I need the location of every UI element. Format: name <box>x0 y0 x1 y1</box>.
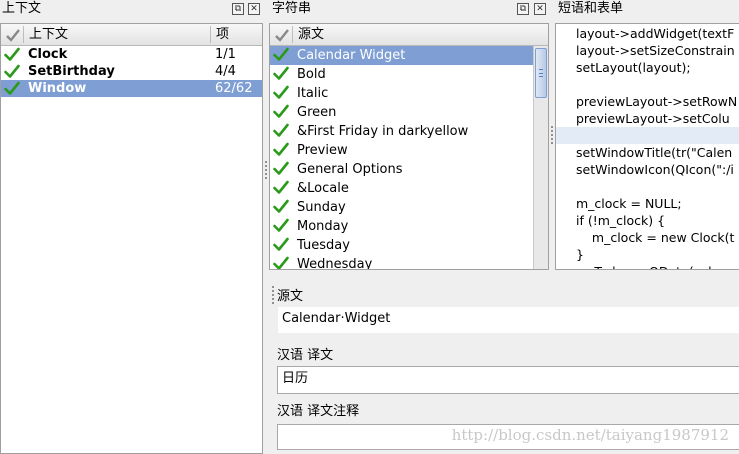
string-source: Tuesday <box>297 238 350 253</box>
code-line: layout->setSizeConstrain <box>576 43 735 58</box>
translation-input[interactable]: 日历 <box>277 366 739 394</box>
string-row[interactable]: Bold <box>270 65 533 84</box>
string-row[interactable]: Italic <box>270 84 533 103</box>
source-code-view[interactable]: layout->addWidget(textF layout->setSizeCo… <box>555 23 739 270</box>
finished-check-icon <box>4 81 20 95</box>
string-source: Green <box>297 105 337 120</box>
context-float-button[interactable]: ⧉ <box>232 3 244 15</box>
finished-check-icon <box>273 218 289 232</box>
code-line: m_clock = NULL; <box>576 196 682 211</box>
strings-float-button[interactable]: ⧉ <box>517 3 529 15</box>
finished-check-icon <box>273 237 289 251</box>
string-row[interactable]: Sunday <box>270 198 533 217</box>
source-text-field: Calendar·Widget <box>277 306 739 334</box>
strings-scrollbar[interactable] <box>533 46 548 269</box>
context-name: Clock <box>28 47 68 62</box>
finished-check-icon <box>273 66 289 80</box>
string-row[interactable]: General Options <box>270 160 533 179</box>
finished-check-icon <box>273 142 289 156</box>
context-row[interactable]: Clock 1/1 <box>1 46 262 63</box>
code-line: setWindowTitle(tr("Calen <box>576 145 733 160</box>
string-row[interactable]: Green <box>270 103 533 122</box>
context-count: 4/4 <box>215 64 236 79</box>
context-close-button[interactable]: ✕ <box>248 3 260 15</box>
strings-close-button[interactable]: ✕ <box>534 3 546 15</box>
phrases-dock-title: 短语和表单 <box>558 1 624 16</box>
translator-comment-label: 汉语 译文注释 <box>277 404 360 419</box>
items-column-header[interactable]: 项 <box>216 24 229 46</box>
code-line: } <box>576 247 584 262</box>
code-line: setWindowIcon(QIcon(":/i <box>576 162 734 177</box>
string-source: Bold <box>297 67 326 82</box>
finished-check-icon <box>4 64 20 78</box>
finished-check-icon <box>273 47 289 61</box>
context-dock-title: 上下文 <box>2 1 42 16</box>
translation-label: 汉语 译文 <box>277 348 334 363</box>
header-check-icon <box>6 29 20 42</box>
vertical-splitter-right[interactable] <box>550 125 554 145</box>
context-row[interactable]: SetBirthday 4/4 <box>1 63 262 80</box>
code-line: if (!m_clock) { <box>576 213 666 228</box>
finished-check-icon <box>273 199 289 213</box>
string-row[interactable]: Preview <box>270 141 533 160</box>
vertical-splitter-left[interactable] <box>264 160 268 180</box>
context-list[interactable]: 上下文 项 Clock 1/1 SetBirthday 4/4 Window 62/62 <box>0 23 263 454</box>
code-line: previewLayout->setColu <box>576 111 730 126</box>
source-label: 源文 <box>277 289 304 304</box>
finished-check-icon <box>4 47 20 61</box>
code-line: previewLayout->setRowN <box>576 94 738 109</box>
string-source: Monday <box>297 219 349 234</box>
code-line <box>556 127 739 144</box>
string-source: &First Friday in darkyellow <box>297 124 469 139</box>
finished-check-icon <box>273 161 289 175</box>
context-count: 1/1 <box>215 47 236 62</box>
watermark: http://blog.csdn.net/taiyang1987912 <box>451 426 729 444</box>
context-list-header: 上下文 项 <box>1 24 262 46</box>
string-row[interactable]: &Locale <box>270 179 533 198</box>
code-line: layout->addWidget(textF <box>576 26 735 41</box>
strings-dock-title: 字符串 <box>272 1 312 16</box>
context-name: Window <box>28 81 87 96</box>
strings-list[interactable]: 源文 Calendar Widget Bold Italic Green &First … <box>269 23 549 270</box>
finished-check-icon <box>273 180 289 194</box>
source-column-header[interactable]: 源文 <box>298 24 324 46</box>
finished-check-icon <box>273 85 289 99</box>
string-row[interactable]: Tuesday <box>270 236 533 255</box>
string-source: Preview <box>297 143 348 158</box>
string-row[interactable]: Wednesday <box>270 255 533 270</box>
string-row[interactable]: Monday <box>270 217 533 236</box>
string-source: General Options <box>297 162 403 177</box>
context-count: 62/62 <box>215 81 253 96</box>
finished-check-icon <box>273 256 289 269</box>
context-name: SetBirthday <box>28 64 115 79</box>
string-row[interactable]: &First Friday in darkyellow <box>270 122 533 141</box>
finished-check-icon <box>273 104 289 118</box>
string-source: Wednesday <box>297 257 373 270</box>
code-line: m_Today = QDate(calenc <box>556 263 739 269</box>
strings-list-header: 源文 <box>270 24 548 46</box>
context-row[interactable]: Window 62/62 <box>1 80 262 97</box>
string-source: Calendar Widget <box>297 48 406 63</box>
code-line: setLayout(layout); <box>576 60 691 75</box>
string-source: &Locale <box>297 181 349 196</box>
string-row[interactable]: Calendar Widget <box>270 46 533 65</box>
string-source: Italic <box>297 86 329 101</box>
header-check-icon <box>275 29 289 42</box>
string-source: Sunday <box>297 200 346 215</box>
scrollbar-handle[interactable] <box>535 48 547 98</box>
context-column-header[interactable]: 上下文 <box>29 24 68 46</box>
finished-check-icon <box>273 123 289 137</box>
code-line: m_clock = new Clock(t <box>576 230 735 245</box>
